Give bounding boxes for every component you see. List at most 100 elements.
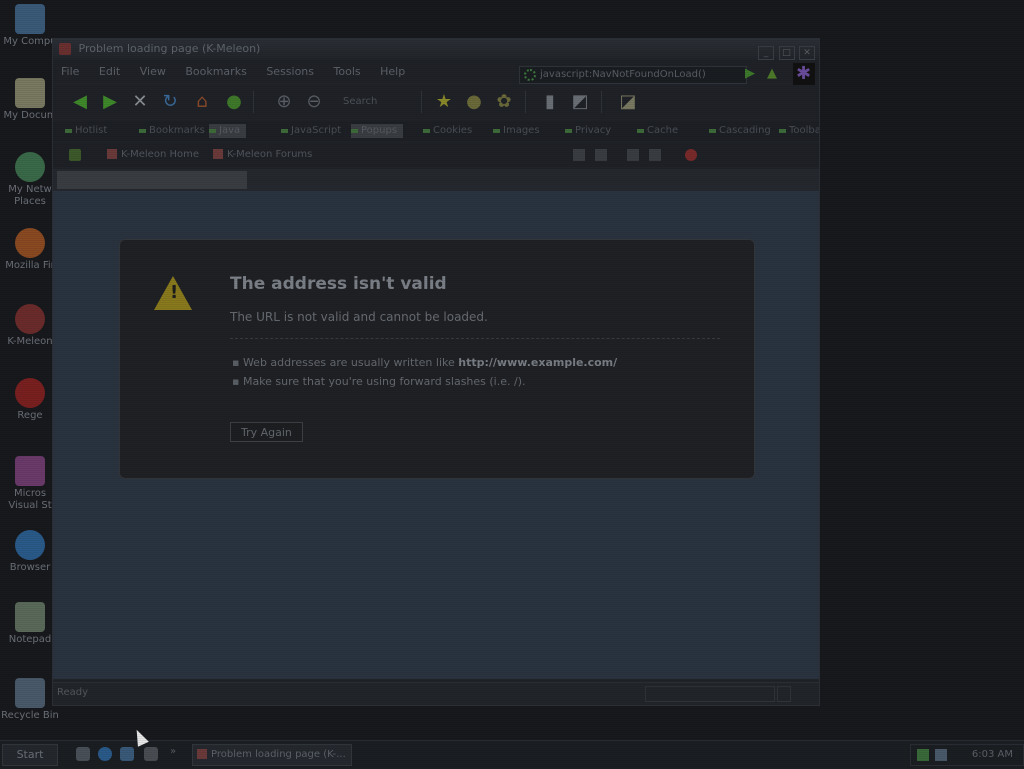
zoom-in-icon[interactable]: ⊕ xyxy=(273,91,295,113)
adblock-icon[interactable] xyxy=(685,149,697,161)
kmeleon-icon xyxy=(213,149,223,159)
show-desktop-icon[interactable] xyxy=(76,747,90,761)
outlook-quicklaunch-icon[interactable] xyxy=(120,747,134,761)
address-value: javascript:NavNotFoundOnLoad() xyxy=(540,69,706,80)
desktop-icons: My Compu My Docum My Netw Places Mozilla… xyxy=(0,0,60,740)
quicklaunch-icon[interactable] xyxy=(144,747,158,761)
zoom-out-icon[interactable]: ⊖ xyxy=(303,91,325,113)
layer-next-icon[interactable] xyxy=(595,149,607,161)
bookmark-cascading[interactable]: Cascading xyxy=(709,124,771,138)
desktop-icon-kmeleon[interactable]: K-Meleon xyxy=(0,304,60,348)
kmeleon-menu-icon[interactable] xyxy=(69,149,81,161)
kmeleon-icon xyxy=(197,749,207,759)
warning-icon: ! xyxy=(154,276,192,310)
menu-file[interactable]: File xyxy=(53,61,87,83)
page-icon[interactable]: ▮ xyxy=(539,91,561,113)
desktop-icon-recycle-bin[interactable]: Recycle Bin xyxy=(0,678,60,722)
maximize-button[interactable]: □ xyxy=(778,46,795,60)
window-title: Problem loading page (K-Meleon) xyxy=(78,42,261,55)
suggestion-item: Make sure that you're using forward slas… xyxy=(232,375,617,388)
system-tray: 6:03 AM xyxy=(910,744,1024,766)
page-icon xyxy=(524,69,536,81)
tab-strip xyxy=(53,169,819,191)
search-button[interactable]: Search xyxy=(343,91,377,113)
address-bar[interactable]: javascript:NavNotFoundOnLoad() ▼ xyxy=(519,66,747,84)
desktop-icon-network[interactable]: My Netw Places xyxy=(0,152,60,208)
tab-active[interactable] xyxy=(57,171,247,189)
desktop-icon-notepad[interactable]: Notepad xyxy=(0,602,60,646)
minimize-button[interactable]: _ xyxy=(758,46,774,60)
menu-bookmarks[interactable]: Bookmarks xyxy=(177,61,254,83)
history-icon[interactable]: ● xyxy=(463,91,485,113)
link-kmeleon-forums[interactable]: K-Meleon Forums xyxy=(213,148,312,162)
network-icon xyxy=(15,152,45,182)
bookmark-popups[interactable]: Popups xyxy=(351,124,404,138)
throbber-icon xyxy=(793,63,815,85)
example-url: http://www.example.com/ xyxy=(458,356,618,369)
menu-edit[interactable]: Edit xyxy=(91,61,128,83)
menu-tools[interactable]: Tools xyxy=(326,61,369,83)
toolbar-separator xyxy=(421,91,422,113)
toolbar-separator xyxy=(253,91,254,113)
reload-icon[interactable]: ↻ xyxy=(159,91,181,113)
bookmark-cookies[interactable]: Cookies xyxy=(423,124,472,138)
desktop-icon-visual-studio[interactable]: Micros Visual St xyxy=(0,456,60,512)
go-arrow-icon[interactable]: ▶ xyxy=(745,66,755,81)
menu-sessions[interactable]: Sessions xyxy=(258,61,322,83)
go-icon[interactable]: ● xyxy=(223,91,245,113)
ie-icon xyxy=(15,530,45,560)
settings-icon[interactable]: ✿ xyxy=(493,91,515,113)
desktop-icon-regedit[interactable]: Rege xyxy=(0,378,60,422)
kmeleon-icon xyxy=(15,304,45,334)
chevron-right-icon[interactable]: » xyxy=(170,746,176,757)
folder-icon xyxy=(15,78,45,108)
links-toolbar: K-Meleon Home K-Meleon Forums xyxy=(53,143,819,167)
window-icon[interactable]: ◪ xyxy=(617,91,639,113)
desktop-icon-my-computer[interactable]: My Compu xyxy=(0,4,60,48)
title-bar[interactable]: Problem loading page (K-Meleon) _ □ ✕ xyxy=(53,39,819,60)
error-separator xyxy=(230,338,720,339)
kmeleon-icon xyxy=(59,43,71,55)
registry-icon xyxy=(15,378,45,408)
try-again-button[interactable]: Try Again xyxy=(230,422,303,442)
close-button[interactable]: ✕ xyxy=(799,46,815,60)
navigation-toolbar: ◀ ▶ ✕ ↻ ⌂ ● ⊕ ⊖ Search ★ ● ✿ ▮ ◩ ◪ xyxy=(53,85,819,119)
bookmark-cache[interactable]: Cache xyxy=(637,124,678,138)
bookmark-java[interactable]: Java xyxy=(209,124,247,138)
visual-studio-icon xyxy=(15,456,45,486)
stop-icon[interactable]: ✕ xyxy=(129,91,151,113)
layer-list-icon[interactable] xyxy=(627,149,639,161)
star-icon[interactable]: ★ xyxy=(433,91,455,113)
desktop-icon-firefox[interactable]: Mozilla Fir xyxy=(0,228,60,272)
bookmark-javascript[interactable]: JavaScript xyxy=(281,124,341,138)
desktop-icon-my-documents[interactable]: My Docum xyxy=(0,78,60,122)
link-kmeleon-home[interactable]: K-Meleon Home xyxy=(107,148,199,162)
browser-window: Problem loading page (K-Meleon) _ □ ✕ Fi… xyxy=(52,38,820,706)
up-arrow-icon[interactable]: ▲ xyxy=(767,66,777,81)
error-panel: ! The address isn't valid The URL is not… xyxy=(119,239,755,479)
error-suggestions: Web addresses are usually written like h… xyxy=(232,356,617,394)
bookmark-images[interactable]: Images xyxy=(493,124,540,138)
bookmarks-toolbar: Hotlist Bookmarks Java JavaScript Popups… xyxy=(53,121,819,141)
desktop-icon-browser[interactable]: Browser xyxy=(0,530,60,574)
forward-icon[interactable]: ▶ xyxy=(99,91,121,113)
print-icon[interactable]: ◩ xyxy=(569,91,591,113)
menu-view[interactable]: View xyxy=(132,61,174,83)
bookmark-hotlist[interactable]: Hotlist xyxy=(65,124,107,138)
bookmark-privacy[interactable]: Privacy xyxy=(565,124,611,138)
network-tray-icon[interactable] xyxy=(917,749,929,761)
back-icon[interactable]: ◀ xyxy=(69,91,91,113)
ie-quicklaunch-icon[interactable] xyxy=(98,747,112,761)
layer-prev-icon[interactable] xyxy=(573,149,585,161)
menu-help[interactable]: Help xyxy=(372,61,413,83)
status-text: Ready xyxy=(57,687,89,698)
home-icon[interactable]: ⌂ xyxy=(191,91,213,113)
start-button[interactable]: Start xyxy=(2,744,58,766)
taskbar-button-kmeleon[interactable]: Problem loading page (K-... xyxy=(192,744,352,766)
tray-icon[interactable] xyxy=(935,749,947,761)
bookmark-bookmarks[interactable]: Bookmarks xyxy=(139,124,205,138)
bookmark-toolbar[interactable]: Toolbar xyxy=(779,124,819,138)
recycle-bin-icon xyxy=(15,678,45,708)
layer-close-icon[interactable] xyxy=(649,149,661,161)
status-pane xyxy=(645,686,775,702)
